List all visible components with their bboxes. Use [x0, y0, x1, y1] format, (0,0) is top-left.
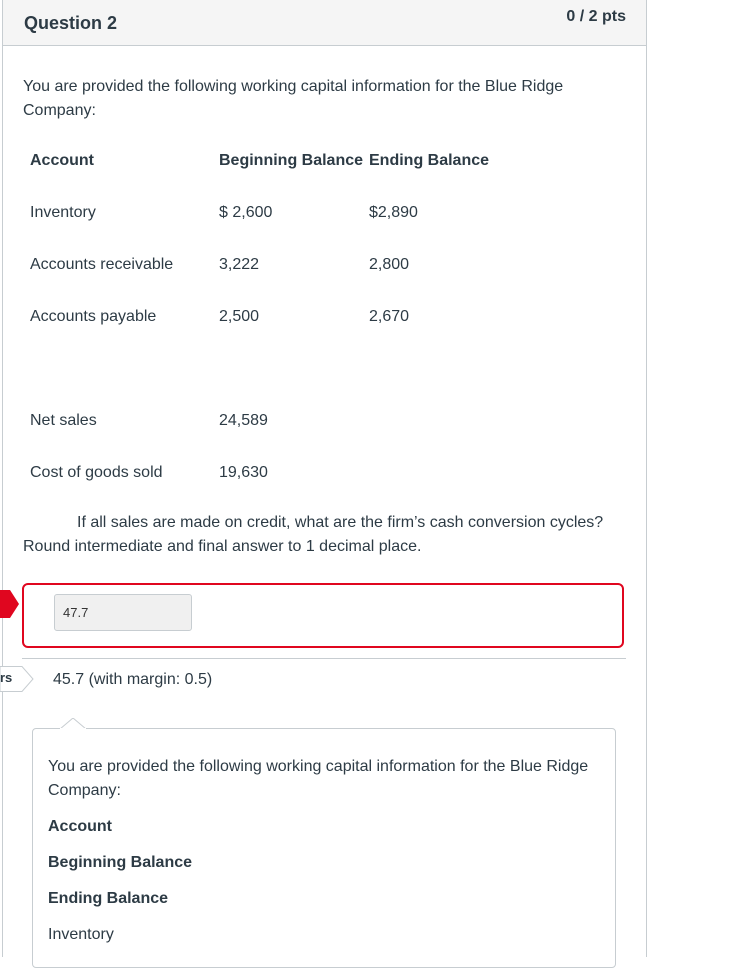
feedback-line-1: You are provided the following working c… [48, 758, 589, 775]
row-cogs-account: Cost of goods sold [30, 464, 163, 481]
row-ar-account: Accounts receivable [30, 256, 174, 273]
feedback-line-2: Company: [48, 782, 121, 799]
header-beginning-balance: Beginning Balance [219, 152, 364, 169]
feedback-account: Account [48, 818, 112, 835]
row-inventory-account: Inventory [30, 204, 96, 221]
header-ending-balance: Ending Balance [369, 152, 490, 169]
feedback-pointer-icon [60, 718, 86, 730]
correct-answer-value: 45.7 (with margin: 0.5) [53, 671, 213, 688]
intro-line-1: You are provided the following working c… [23, 78, 564, 95]
row-net-sales-value: 24,589 [219, 412, 268, 429]
question-header: Question 2 0 / 2 pts [3, 0, 646, 46]
header-account: Account [30, 152, 94, 169]
prompt-line-1: If all sales are made on credit, what ar… [77, 514, 604, 531]
answer-input[interactable] [54, 594, 192, 631]
question-title: Question 2 [24, 13, 118, 33]
row-inventory-ending: $2,890 [369, 204, 418, 221]
question-points: 0 / 2 pts [566, 8, 626, 25]
intro-line-2: Company: [23, 102, 96, 119]
row-ap-account: Accounts payable [30, 308, 157, 325]
row-net-sales-account: Net sales [30, 412, 97, 429]
row-ap-ending: 2,670 [369, 308, 410, 325]
row-inventory-beginning: $ 2,600 [219, 204, 273, 221]
correct-answer-tag-label: rs [0, 670, 13, 685]
row-ap-beginning: 2,500 [219, 308, 260, 325]
answer-divider [22, 658, 626, 659]
prompt-line-2: Round intermediate and final answer to 1… [23, 538, 422, 555]
row-ar-beginning: 3,222 [219, 256, 260, 273]
feedback-beginning-balance: Beginning Balance [48, 854, 193, 871]
feedback-inventory: Inventory [48, 926, 114, 943]
incorrect-answer-icon [0, 590, 19, 618]
row-ar-ending: 2,800 [369, 256, 410, 273]
row-cogs-value: 19,630 [219, 464, 268, 481]
your-answer-box [22, 583, 624, 648]
feedback-ending-balance: Ending Balance [48, 890, 169, 907]
